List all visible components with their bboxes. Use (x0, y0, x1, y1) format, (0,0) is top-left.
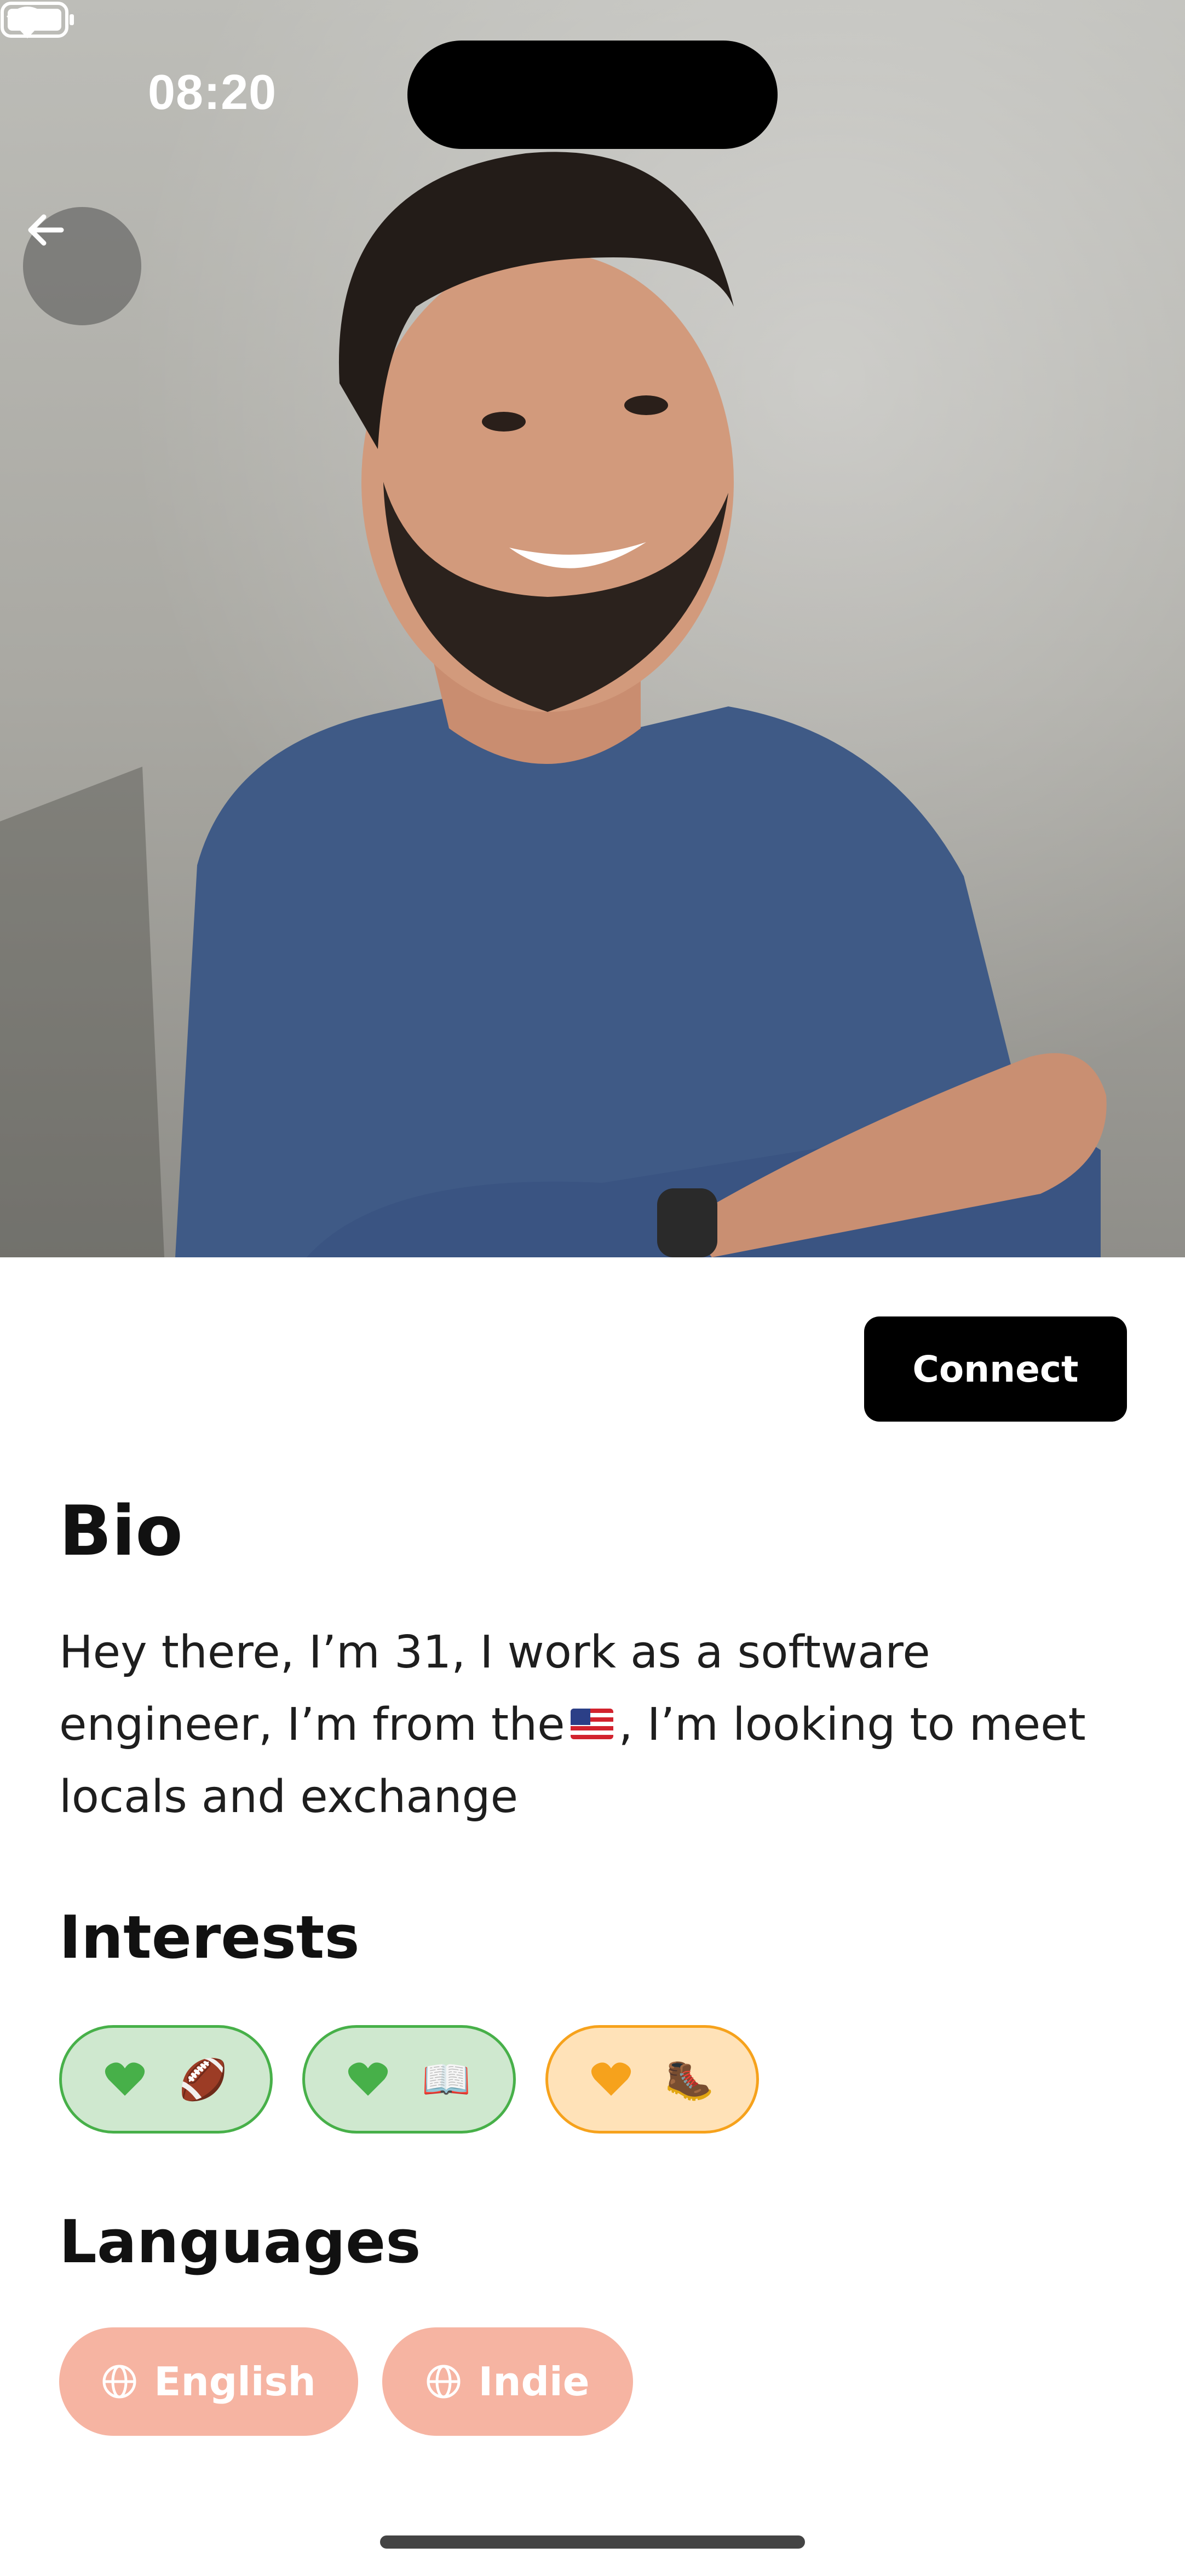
heart-icon (105, 2062, 145, 2096)
back-button[interactable] (23, 207, 141, 325)
arrow-left-icon (28, 214, 64, 246)
bio-text: Hey there, I’m 31, I work as a software … (59, 1617, 1132, 1833)
heart-icon (348, 2062, 388, 2096)
language-chip-english[interactable]: English (59, 2327, 358, 2436)
book-icon: 📖 (422, 2056, 471, 2102)
status-time: 08:20 (148, 65, 277, 120)
globe-icon (427, 2365, 461, 2399)
battery-icon (1, 2, 74, 38)
connect-button[interactable]: Connect (864, 1316, 1127, 1422)
language-label: Indie (478, 2359, 590, 2405)
bio-title: Bio (59, 1491, 183, 1571)
hiking-boot-icon: 🥾 (665, 2056, 714, 2102)
profile-photo-illustration (0, 152, 1107, 1257)
interest-chip-reading[interactable]: 📖 (302, 2025, 516, 2134)
interest-chip-football[interactable]: 🏈 (59, 2025, 273, 2134)
language-label: English (154, 2359, 316, 2405)
us-flag-icon (570, 1708, 613, 1739)
languages-title: Languages (59, 2208, 421, 2276)
heart-icon (591, 2062, 631, 2096)
profile-photo: 08:20 (0, 0, 1185, 1257)
interests-title: Interests (59, 1904, 360, 1972)
football-icon: 🏈 (179, 2056, 228, 2102)
language-chip-indie[interactable]: Indie (382, 2327, 633, 2436)
home-indicator[interactable] (380, 2535, 805, 2549)
dynamic-island (407, 41, 778, 149)
globe-icon (102, 2365, 136, 2399)
interest-chip-hiking[interactable]: 🥾 (545, 2025, 759, 2134)
